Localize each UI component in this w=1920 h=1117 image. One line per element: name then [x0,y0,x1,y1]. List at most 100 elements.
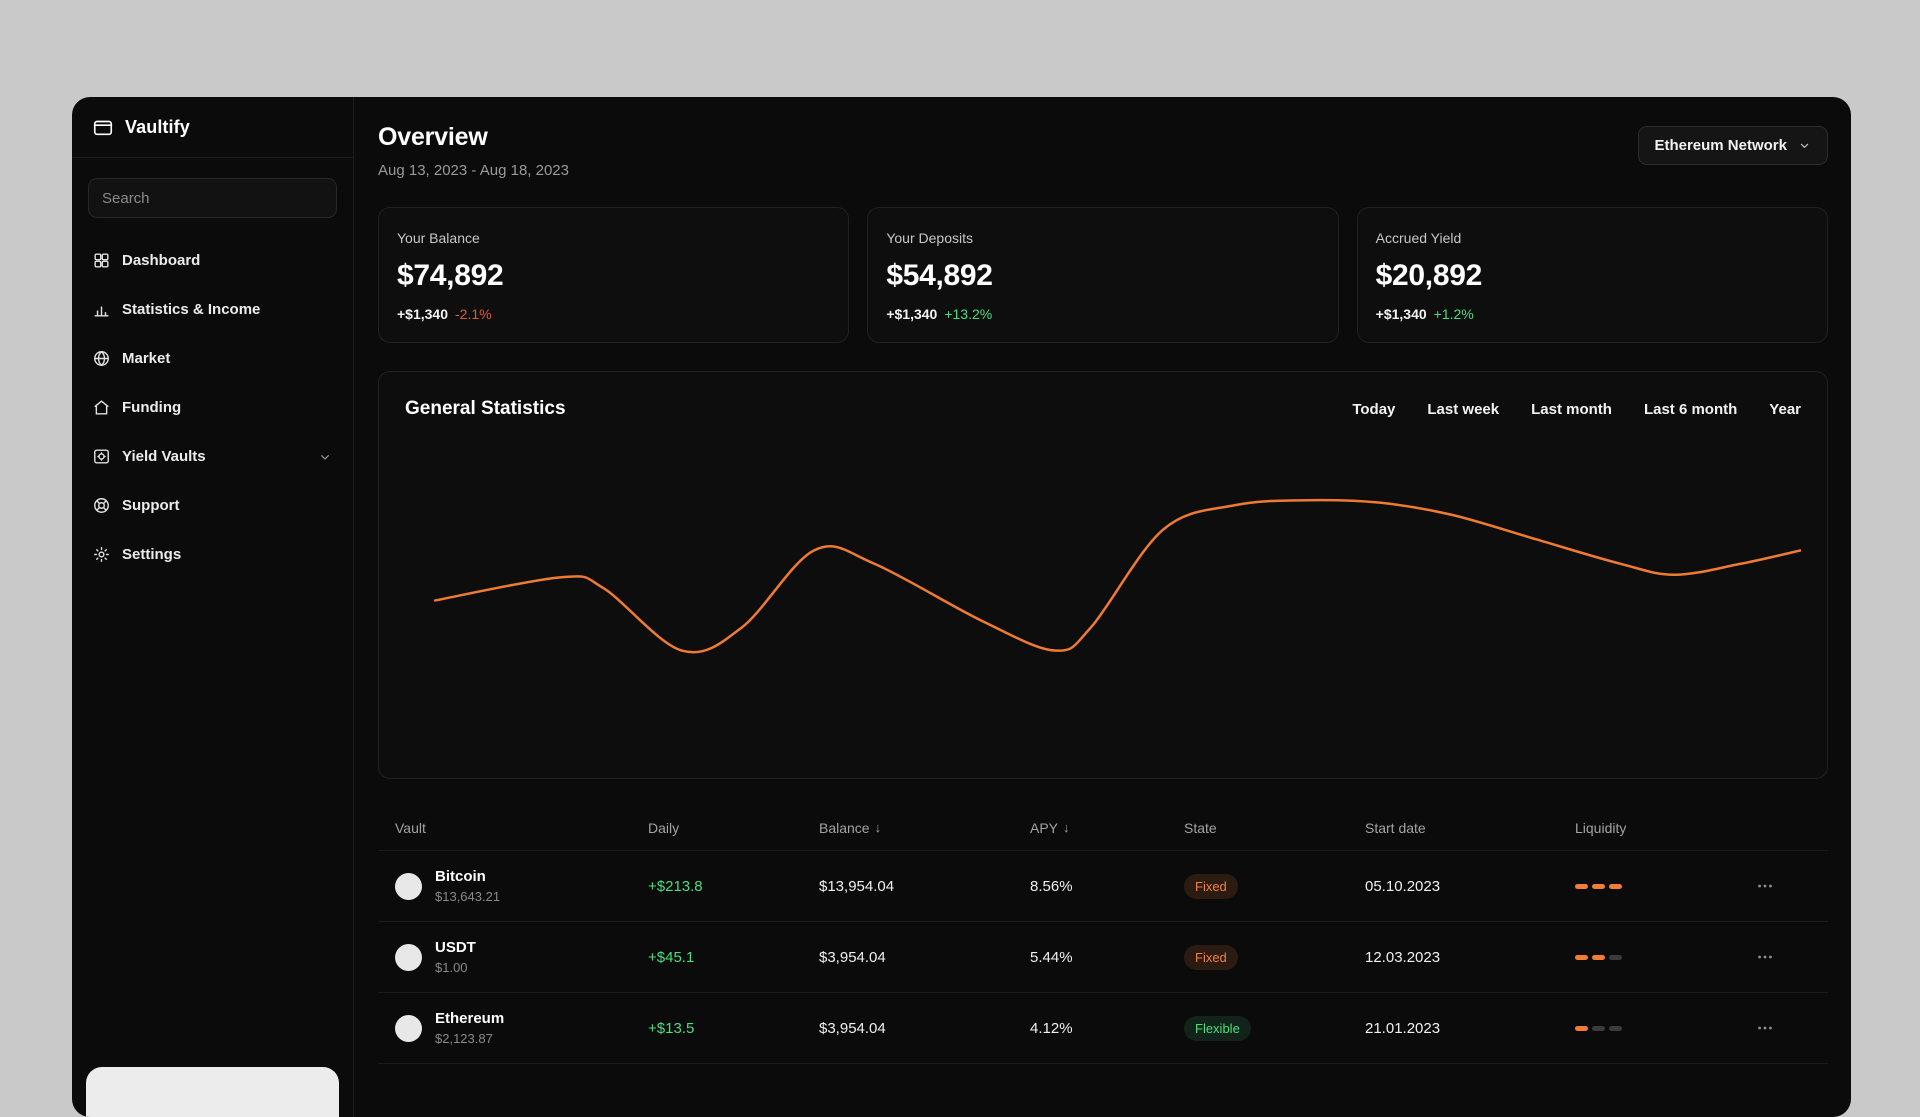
stat-card-label: Your Balance [397,230,480,246]
chevron-down-icon [317,449,333,465]
delta-percent: -2.1% [455,306,492,322]
search-input[interactable] [88,178,337,218]
row-menu-button[interactable] [1751,1014,1779,1042]
liquidity-bar [1575,954,1588,960]
range-tab-year[interactable]: Year [1769,401,1801,418]
sidebar-item-yield-vaults[interactable]: Yield Vaults [72,432,353,481]
delta-amount: +$1,340 [397,306,448,322]
vault-name: Bitcoin [435,868,486,885]
stat-cards-row: Your Balance $74,892 +$1,340 -2.1% Your … [378,207,1828,343]
liquidity-bar [1592,1025,1605,1031]
globe-icon [92,349,111,368]
vault-row-usdt[interactable]: USDT $1.00 +$45.1 $3,954.04 5.44% Fixed … [378,922,1828,993]
daily-change: +$13.5 [648,1019,695,1037]
table-header-row: Vault Daily Balance ↓ APY ↓ State Start date Liq… [378,805,1828,851]
delta-amount: +$1,340 [886,306,938,322]
stat-card-value: $54,892 [886,259,993,292]
liquidity-bar [1609,1025,1622,1031]
vault-name: USDT [435,939,476,956]
sidebar-item-dashboard[interactable]: Dashboard [72,236,353,285]
coin-icon [395,943,422,971]
liquidity-indicator [1575,1025,1745,1031]
row-menu-button[interactable] [1751,943,1779,971]
sidebar-item-statistics-income[interactable]: Statistics & Income [72,285,353,334]
sidebar-item-label: Yield Vaults [122,448,206,465]
sort-descending-icon: ↓ [874,820,882,835]
stat-card-accrued-yield: Accrued Yield $20,892 +$1,340 +1.2% [1356,207,1828,343]
stat-card-your-balance: Your Balance $74,892 +$1,340 -2.1% [378,207,850,343]
wallet-logo-icon [92,116,114,138]
home-icon [92,398,111,417]
sidebar-item-funding[interactable]: Funding [72,383,353,432]
delta-amount: +$1,340 [1375,306,1427,322]
liquidity-indicator [1575,954,1745,960]
brand-name: Vaultify [125,116,190,137]
sidebar-item-settings[interactable]: Settings [72,530,353,579]
sidebar-item-market[interactable]: Market [72,334,353,383]
delta-percent: +13.2% [944,306,993,322]
sidebar-item-label: Support [122,497,180,514]
range-tab-last-6-month[interactable]: Last 6 month [1644,401,1737,418]
column-header-balance[interactable]: Balance ↓ [819,820,1030,836]
vault-name: Ethereum [435,1010,505,1027]
sidebar-nav: Dashboard Statistics & Income Market Fun… [72,236,353,579]
state-badge-flexible: Flexible [1184,1015,1251,1041]
delta-percent: +1.2% [1433,306,1474,322]
stat-card-delta: +$1,340 +1.2% [1376,306,1809,322]
lifebuoy-icon [92,496,111,515]
network-selector-button[interactable]: Ethereum Network [1638,126,1828,165]
app-window: Vaultify Dashboard Statistics & Income M… [72,97,1851,1117]
range-tabs: Today Last week Last month Last 6 month Year [1352,401,1801,418]
sidebar-item-support[interactable]: Support [72,481,353,530]
sidebar-bottom-card[interactable] [86,1067,339,1117]
range-tab-today[interactable]: Today [1352,401,1395,418]
range-tab-last-month[interactable]: Last month [1531,401,1612,418]
start-date: 21.01.2023 [1365,1019,1441,1037]
liquidity-bar [1592,883,1605,889]
gear-icon [92,545,111,564]
column-header-liquidity: Liquidity [1575,819,1627,836]
vault-price: $2,123.87 [435,1031,493,1046]
vault-row-ethereum[interactable]: Ethereum $2,123.87 +$13.5 $3,954.04 4.12… [378,993,1828,1064]
overview-header: Overview Aug 13, 2023 - Aug 18, 2023 Eth… [378,123,1828,179]
stat-card-delta: +$1,340 +13.2% [886,306,1319,322]
coin-icon [395,1014,422,1042]
column-header-apy[interactable]: APY ↓ [1030,820,1184,836]
liquidity-bar [1575,883,1588,889]
vault-icon [92,447,111,466]
dashboard-icon [92,251,111,270]
apy-value: 4.12% [1030,1019,1073,1037]
start-date: 05.10.2023 [1365,877,1441,895]
balance-value: $3,954.04 [819,948,886,966]
chevron-down-icon [1797,138,1812,153]
liquidity-bar [1575,1025,1588,1031]
stat-card-your-deposits: Your Deposits $54,892 +$1,340 +13.2% [867,207,1339,343]
apy-value: 8.56% [1030,877,1073,895]
coin-icon [395,872,422,900]
page-title: Overview [378,123,488,151]
sidebar-item-label: Settings [122,546,182,563]
stat-card-delta: +$1,340 -2.1% [397,306,830,322]
brand: Vaultify [72,97,353,157]
sidebar-item-label: Market [122,350,171,367]
state-badge-fixed: Fixed [1184,873,1238,899]
stat-card-value: $20,892 [1375,259,1483,292]
vaults-table: Vault Daily Balance ↓ APY ↓ State Start date Liq… [378,805,1828,1064]
stat-card-label: Your Deposits [886,230,973,246]
column-header-state: State [1184,819,1217,836]
balance-value: $13,954.04 [819,877,895,895]
statistics-line-chart [405,444,1801,774]
vault-row-bitcoin[interactable]: Bitcoin $13,643.21 +$213.8 $13,954.04 8.… [378,851,1828,922]
apy-value: 5.44% [1030,948,1073,966]
start-date: 12.03.2023 [1365,948,1441,966]
network-selector-label: Ethereum Network [1654,137,1787,154]
vault-price: $1.00 [435,960,468,975]
sidebar-item-label: Dashboard [122,252,201,269]
balance-value: $3,954.04 [819,1019,886,1037]
liquidity-bar [1592,954,1605,960]
column-header-daily: Daily [648,819,680,836]
liquidity-indicator [1575,883,1745,889]
row-menu-button[interactable] [1751,872,1779,900]
range-tab-last-week[interactable]: Last week [1427,401,1499,418]
vault-price: $13,643.21 [435,889,501,904]
